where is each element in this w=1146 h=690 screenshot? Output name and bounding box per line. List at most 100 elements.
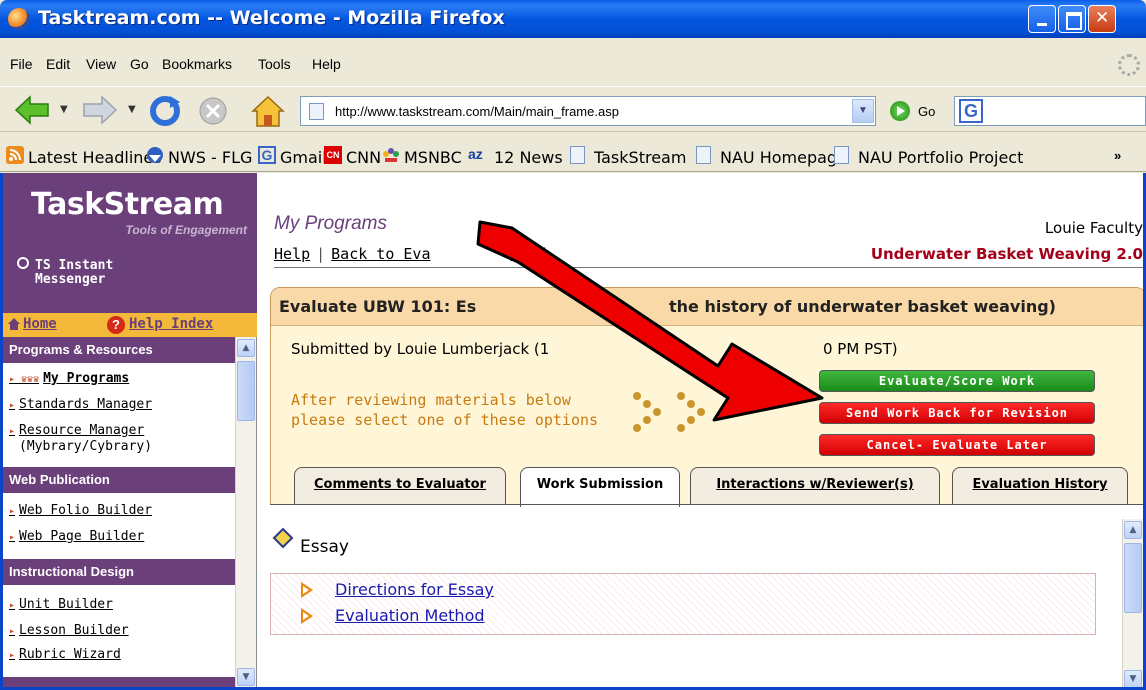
sidebar-scrollbar[interactable]: ▲ ▼ [235,337,256,687]
arrow-icon: ▸ [9,626,16,637]
evaluation-method-link[interactable]: Evaluation Method [335,606,485,625]
section-instructional-design: Instructional Design [3,559,235,585]
scroll-up-icon[interactable]: ▲ [237,339,255,357]
taskstream-logo[interactable]: TaskStream Tools of Engagement TS Instan… [3,173,257,313]
sidebar-item-unit-builder[interactable]: ▸ Unit Builder [9,597,113,612]
sidebar-item-standards-manager[interactable]: ▸ Standards Manager [9,397,152,412]
scroll-down-icon[interactable]: ▼ [237,668,255,686]
bookmarks-overflow-chevron[interactable]: » [1114,148,1121,163]
scroll-thumb[interactable] [237,361,255,421]
ts-instant-messenger-link[interactable]: TS Instant Messenger [35,259,113,287]
send-work-back-button[interactable]: Send Work Back for Revision [819,402,1095,424]
messenger-line-1: TS Instant [35,258,114,273]
main-panel: My Programs Louie Faculty Help | Back to E… [258,173,1143,687]
minimize-button[interactable] [1028,5,1056,33]
sidebar-item-rubric-wizard[interactable]: ▸ Rubric Wizard [9,647,121,662]
help-link[interactable]: Help [274,245,310,263]
home-help-bar: Home ? Help Index [3,313,257,337]
arrow-icon: ▸ [9,650,16,661]
google-icon[interactable]: G [959,99,983,123]
tab-comments-to-evaluator[interactable]: Comments to Evaluator [294,467,506,505]
tab-interactions-reviewers[interactable]: Interactions w/Reviewer(s) [690,467,940,505]
menu-go[interactable]: Go [130,56,149,72]
menu-view[interactable]: View [86,56,116,72]
menu-bar: File Edit View Go Bookmarks Tools Help [0,50,1146,80]
diamond-icon [272,527,294,549]
evaluation-title-start: Evaluate UBW 101: Es [279,297,477,316]
bookmark-12-news[interactable]: 12 News [494,148,563,167]
sidebar-item-web-page-builder[interactable]: ▸ Web Page Builder [9,529,144,544]
dotted-arrow-icon [633,384,743,444]
reload-icon[interactable] [148,94,182,128]
menu-bookmarks[interactable]: Bookmarks [162,56,232,72]
arrow-icon: ▸ [9,400,16,411]
cancel-evaluate-later-button[interactable]: Cancel- Evaluate Later [819,434,1095,456]
bookmark-nau-homepage[interactable]: NAU Homepage [720,148,847,167]
scroll-up-icon[interactable]: ▲ [1124,521,1142,539]
sidebar-item-web-folio-builder[interactable]: ▸ Web Folio Builder [9,503,152,518]
rss-icon [6,146,24,164]
bookmark-latest-headlines[interactable]: Latest Headlines [28,148,162,167]
close-button[interactable] [1088,5,1116,33]
google-search-box[interactable]: G [954,96,1146,126]
instructions-text: After reviewing materials below please s… [291,390,598,430]
go-icon[interactable] [890,101,910,121]
program-name: Underwater Basket Weaving 2.0 [870,245,1143,263]
section-next [3,677,235,687]
menu-file[interactable]: File [10,56,33,72]
scroll-down-icon[interactable]: ▼ [1124,670,1142,687]
instructions-line-1: After reviewing materials below [291,391,571,409]
resources-box: Directions for Essay Evaluation Method [270,573,1096,635]
home-icon[interactable] [250,94,286,128]
help-icon: ? [107,316,125,334]
bookmark-cnn[interactable]: CNN [346,148,381,167]
triangle-bullet-icon [301,582,313,598]
grid-link[interactable]: Grid [511,245,547,263]
bookmark-gmail[interactable]: Gmail [280,148,327,167]
main-scrollbar[interactable]: ▲ ▼ [1122,519,1143,687]
stop-icon[interactable] [198,96,228,126]
home-link[interactable]: Home [23,316,57,332]
directions-for-essay-link[interactable]: Directions for Essay [335,580,494,599]
tab-work-submission[interactable]: Work Submission [520,467,680,507]
bookmark-nau-portfolio-project[interactable]: NAU Portfolio Project [858,148,1023,167]
sidebar-item-mybrary-cybrary: (Mybrary/Cybrary) [19,439,153,454]
sidebar-item-my-programs[interactable]: ▸ ♛♛♛ My Programs [9,371,129,386]
submitted-by-start: Submitted by Louie Lumberjack (1 [291,340,550,358]
bookmark-msnbc[interactable]: MSNBC [404,148,462,167]
menu-edit[interactable]: Edit [46,56,70,72]
back-dropdown-icon[interactable]: ▼ [60,104,68,115]
divider [274,267,1143,268]
window-titlebar[interactable]: Tasktream.com -- Welcome - Mozilla Firef… [0,0,1146,38]
logo-tagline: Tools of Engagement [125,223,247,237]
back-to-evaluation-link[interactable]: Back to Eva [331,245,430,263]
help-index-link[interactable]: Help Index [129,316,213,332]
tab-divider [270,504,1143,505]
menu-help[interactable]: Help [312,56,341,72]
url-text[interactable]: http://www.taskstream.com/Main/main_fram… [335,104,619,119]
people-icon: ▸ ♛♛♛ [9,374,40,385]
forward-dropdown-icon[interactable]: ▼ [128,104,136,115]
evaluate-score-work-button[interactable]: Evaluate/Score Work [819,370,1095,392]
address-dropdown-icon[interactable]: ▼ [852,99,874,123]
forward-arrow-icon[interactable] [82,94,118,126]
section-title: Essay [300,537,349,557]
gmail-icon: G [258,146,276,164]
maximize-button[interactable] [1058,5,1086,33]
tab-evaluation-history[interactable]: Evaluation History [952,467,1128,505]
bookmark-nws-flg[interactable]: NWS - FLG [168,148,252,167]
firefox-icon [8,8,30,30]
12news-icon: az [468,146,483,162]
nws-icon [147,147,163,163]
page-icon [309,103,324,120]
scroll-thumb[interactable] [1124,543,1142,613]
back-arrow-icon[interactable] [14,94,50,126]
menu-tools[interactable]: Tools [258,56,291,72]
address-bar[interactable]: http://www.taskstream.com/Main/main_fram… [300,96,876,126]
sidebar-item-lesson-builder[interactable]: ▸ Lesson Builder [9,623,129,638]
sidebar: TaskStream Tools of Engagement TS Instan… [3,173,257,687]
go-label[interactable]: Go [918,104,935,119]
bookmark-taskstream[interactable]: TaskStream [594,148,686,167]
sidebar-item-resource-manager[interactable]: ▸ Resource Manager [9,423,144,438]
arrow-icon: ▸ [9,532,16,543]
